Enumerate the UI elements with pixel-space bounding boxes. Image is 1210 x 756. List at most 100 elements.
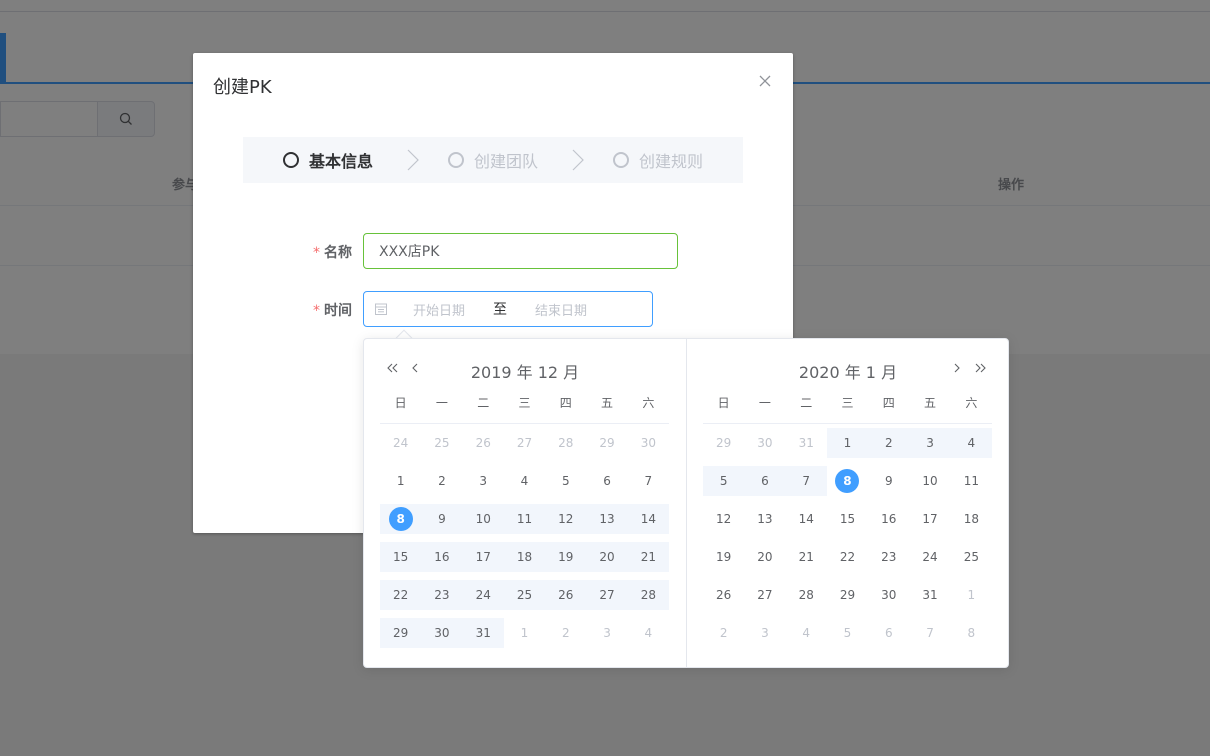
calendar-day[interactable]: 31 (909, 580, 950, 610)
calendar-day[interactable]: 16 (421, 542, 463, 572)
calendar-day[interactable]: 6 (744, 466, 786, 496)
calendar-day[interactable]: 29 (703, 428, 744, 458)
calendar-day[interactable]: 6 (586, 466, 627, 496)
calendar-day[interactable]: 11 (503, 504, 546, 534)
calendar-day[interactable]: 9 (868, 466, 909, 496)
calendar-day[interactable]: 2 (703, 618, 744, 648)
calendar-day[interactable]: 4 (628, 618, 669, 648)
start-date-input[interactable]: 开始日期 (413, 300, 465, 319)
calendar-day[interactable]: 23 (868, 542, 909, 572)
calendar-day[interactable]: 17 (909, 504, 950, 534)
calendar-day[interactable]: 31 (786, 428, 827, 458)
calendar-day[interactable]: 30 (628, 428, 669, 458)
calendar-day[interactable]: 5 (827, 618, 868, 648)
calendar-day[interactable]: 1 (380, 466, 421, 496)
calendar-day[interactable]: 28 (786, 580, 827, 610)
calendar-day[interactable]: 1 (826, 428, 869, 458)
calendar-day[interactable]: 13 (744, 504, 785, 534)
calendar-day[interactable]: 2 (545, 618, 586, 648)
calendar-day[interactable]: 9 (421, 504, 463, 534)
calendar-day[interactable]: 3 (586, 618, 627, 648)
calendar-day[interactable]: 30 (421, 618, 463, 648)
calendar-day-today[interactable]: 8 (827, 466, 868, 496)
calendar-day[interactable]: 28 (545, 428, 586, 458)
day-number: 3 (926, 436, 934, 450)
calendar-day[interactable]: 15 (827, 504, 868, 534)
calendar-day[interactable]: 2 (868, 428, 910, 458)
calendar-day[interactable]: 7 (628, 466, 669, 496)
calendar-day[interactable]: 12 (545, 504, 587, 534)
calendar-panel-left: 2019 年 12 月 日一二三四五六 24 25 26 27 28 29 30 1 2 3 4 5 6… (364, 339, 686, 667)
calendar-day[interactable]: 1 (951, 580, 992, 610)
calendar-day[interactable]: 27 (586, 580, 628, 610)
calendar-day[interactable]: 19 (545, 542, 587, 572)
calendar-day[interactable]: 4 (950, 428, 992, 458)
calendar-day[interactable]: 30 (868, 580, 909, 610)
calendar-day[interactable]: 13 (586, 504, 628, 534)
calendar-day[interactable]: 29 (827, 580, 868, 610)
close-icon[interactable] (757, 73, 773, 89)
calendar-day[interactable]: 11 (951, 466, 992, 496)
calendar-day[interactable]: 5 (703, 466, 745, 496)
calendar-day[interactable]: 1 (504, 618, 545, 648)
calendar-day[interactable]: 18 (503, 542, 546, 572)
calendar-day[interactable]: 24 (462, 580, 504, 610)
calendar-day[interactable]: 26 (463, 428, 504, 458)
calendar-day[interactable]: 29 (380, 618, 422, 648)
weekday-label: 五 (601, 396, 614, 410)
calendar-day[interactable]: 27 (504, 428, 545, 458)
weekday-label: 三 (841, 396, 854, 410)
calendar-day-today[interactable]: 8 (380, 504, 422, 534)
calendar-day[interactable]: 14 (627, 504, 669, 534)
calendar-day[interactable]: 27 (744, 580, 785, 610)
calendar-day[interactable]: 3 (463, 466, 504, 496)
calendar-day[interactable]: 22 (380, 580, 422, 610)
calendar-day[interactable]: 4 (504, 466, 545, 496)
calendar-day[interactable]: 3 (744, 618, 785, 648)
date-range-input[interactable]: 开始日期 至 结束日期 (363, 291, 653, 327)
calendar-day[interactable]: 29 (586, 428, 627, 458)
calendar-day[interactable]: 23 (421, 580, 463, 610)
calendar-day[interactable]: 24 (380, 428, 421, 458)
calendar-day[interactable]: 8 (951, 618, 992, 648)
calendar-day[interactable]: 7 (909, 618, 950, 648)
day-number: 7 (802, 474, 811, 488)
calendar-day[interactable]: 25 (421, 428, 462, 458)
calendar-icon (375, 303, 387, 315)
calendar-day[interactable]: 25 (503, 580, 546, 610)
calendar-day[interactable]: 5 (545, 466, 586, 496)
calendar-day[interactable]: 14 (786, 504, 827, 534)
calendar-day[interactable]: 15 (380, 542, 422, 572)
calendar-day[interactable]: 18 (951, 504, 992, 534)
step-create-rules: 创建规则 (613, 137, 703, 183)
calendar-day[interactable]: 21 (786, 542, 827, 572)
calendar-day[interactable]: 21 (627, 542, 669, 572)
calendar-day[interactable]: 31 (462, 618, 504, 648)
day-number: 3 (479, 474, 488, 488)
calendar-day[interactable]: 28 (627, 580, 669, 610)
end-date-input[interactable]: 结束日期 (535, 300, 587, 319)
calendar-day[interactable]: 10 (909, 466, 950, 496)
calendar-day[interactable]: 2 (421, 466, 462, 496)
calendar-day[interactable]: 26 (545, 580, 587, 610)
calendar-day[interactable]: 30 (744, 428, 785, 458)
calendar-week-row: 22 23 24 25 26 27 28 (380, 580, 669, 610)
calendar-day[interactable]: 7 (785, 466, 827, 496)
calendar-day[interactable]: 16 (868, 504, 909, 534)
calendar-day[interactable]: 20 (744, 542, 785, 572)
calendar-day[interactable]: 6 (868, 618, 909, 648)
calendar-day[interactable]: 26 (703, 580, 744, 610)
calendar-day[interactable]: 22 (827, 542, 868, 572)
calendar-day[interactable]: 12 (703, 504, 744, 534)
day-number: 23 (881, 550, 897, 564)
calendar-day[interactable]: 10 (462, 504, 504, 534)
calendar-day[interactable]: 24 (909, 542, 950, 572)
calendar-day[interactable]: 4 (786, 618, 827, 648)
calendar-day[interactable]: 25 (951, 542, 992, 572)
day-number: 25 (434, 436, 450, 450)
calendar-day[interactable]: 3 (909, 428, 951, 458)
calendar-day[interactable]: 19 (703, 542, 744, 572)
name-input[interactable]: XXX店PK (363, 233, 678, 269)
calendar-day[interactable]: 17 (462, 542, 504, 572)
calendar-day[interactable]: 20 (586, 542, 628, 572)
